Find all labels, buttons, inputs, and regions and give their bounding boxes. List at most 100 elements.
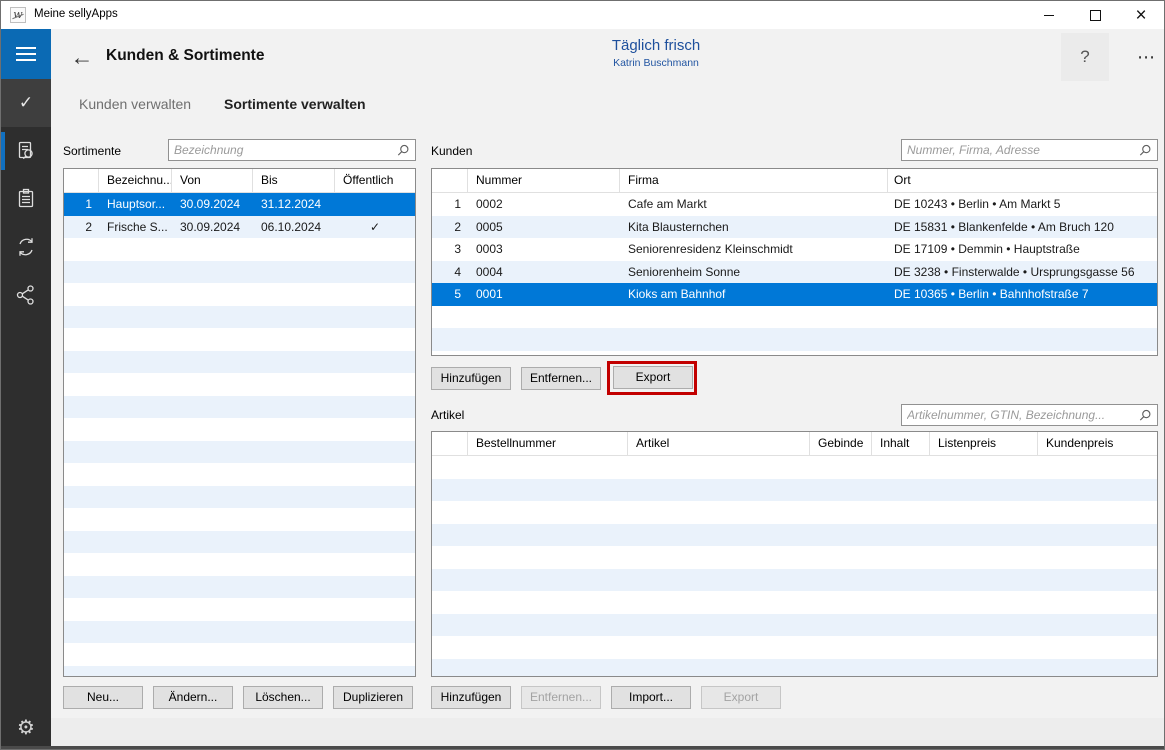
settings-button[interactable]: ⚙ (1, 705, 51, 749)
duplizieren-button[interactable]: Duplizieren (333, 686, 413, 709)
cell-von (172, 441, 253, 464)
cell-von (172, 576, 253, 599)
cell-gebinde (810, 479, 872, 502)
cell-nr (64, 396, 99, 419)
kunden-entfernen-button[interactable]: Entfernen... (521, 367, 601, 390)
aendern-button[interactable]: Ändern... (153, 686, 233, 709)
column-header-listenpreis[interactable]: Listenpreis (930, 432, 1038, 455)
sortimente-search-input[interactable] (174, 141, 390, 159)
column-header[interactable] (64, 169, 99, 192)
table-row[interactable]: 50001Kioks am BahnhofDE 10365 • Berlin •… (432, 283, 1157, 306)
cell-bis (253, 306, 335, 329)
cell-nr (432, 328, 468, 351)
kunden-search-input[interactable] (907, 141, 1132, 159)
table-row[interactable]: 20005Kita BlausternchenDE 15831 • Blanke… (432, 216, 1157, 239)
cell-bis (253, 598, 335, 621)
kunden-export-button[interactable]: Export (613, 366, 693, 389)
cell-ort: DE 3238 • Finsterwalde • Ursprungsgasse … (888, 261, 1157, 284)
cell-listenpreis (930, 524, 1038, 547)
cell-bezeichnung (99, 396, 172, 419)
back-button[interactable]: ← (64, 39, 100, 75)
tab-kunden-verwalten[interactable]: Kunden verwalten (79, 96, 191, 112)
cell-ort (888, 351, 1157, 357)
sidebar-item-share[interactable] (1, 271, 51, 319)
help-button[interactable]: ? (1061, 33, 1109, 81)
cell-nr (64, 486, 99, 509)
cell-bezeichnung (99, 373, 172, 396)
loeschen-button[interactable]: Löschen... (243, 686, 323, 709)
cell-bis (253, 576, 335, 599)
context-block: Täglich frisch Katrin Buschmann (546, 37, 766, 69)
cell-von (172, 598, 253, 621)
cell-nr (64, 328, 99, 351)
sidebar-item-sync[interactable] (1, 223, 51, 271)
column-header-von[interactable]: Von (172, 169, 253, 192)
cell-nr (64, 283, 99, 306)
page-title: Kunden & Sortimente (106, 47, 264, 65)
kunden-hinzufuegen-button[interactable]: Hinzufügen (431, 367, 511, 390)
column-header-artikel[interactable]: Artikel (628, 432, 810, 455)
cell-bezeichnung (99, 486, 172, 509)
cell-firma: Cafe am Markt (620, 193, 888, 216)
close-button[interactable]: × (1118, 1, 1164, 29)
table-row[interactable]: 40004Seniorenheim SonneDE 3238 • Finster… (432, 261, 1157, 284)
tab-sortimente-verwalten[interactable]: Sortimente verwalten (224, 96, 366, 112)
cell-oeffentlich (335, 486, 415, 509)
artikel-search (901, 404, 1158, 426)
cell-bis (253, 621, 335, 644)
maximize-button[interactable] (1072, 1, 1118, 29)
column-header-nummer[interactable]: Nummer (468, 169, 620, 192)
minimize-button[interactable] (1026, 1, 1072, 29)
cell-artikel (628, 659, 810, 678)
cell-bis (253, 508, 335, 531)
column-header-bezeichnung[interactable]: Bezeichnu... (99, 169, 172, 192)
column-header[interactable] (432, 169, 468, 192)
column-header-kundenpreis[interactable]: Kundenpreis (1038, 432, 1157, 455)
cell-bezeichnung (99, 283, 172, 306)
column-header-oeffentlich[interactable]: Öffentlich (335, 169, 415, 192)
column-header-ort[interactable]: Ort (888, 169, 1157, 192)
table-row-empty (64, 576, 415, 599)
cell-bestellnummer (468, 546, 628, 569)
artikel-entfernen-button: Entfernen... (521, 686, 601, 709)
sortimente-table: Bezeichnu... Von Bis Öffentlich 1Hauptso… (63, 168, 416, 677)
table-row[interactable]: 2Frische S...30.09.202406.10.2024✓ (64, 216, 415, 239)
title-bar: w Meine sellyApps × (1, 1, 1164, 29)
sidebar-item-kunden-sortimente[interactable] (1, 127, 51, 175)
menu-button[interactable] (1, 29, 51, 79)
table-row[interactable]: 30003Seniorenresidenz KleinschmidtDE 171… (432, 238, 1157, 261)
neu-button[interactable]: Neu... (63, 686, 143, 709)
cell-inhalt (872, 524, 930, 547)
artikel-search-input[interactable] (907, 406, 1132, 424)
cell-firma (620, 306, 888, 329)
cell-bestellnummer (468, 659, 628, 678)
artikel-table: Bestellnummer Artikel Gebinde Inhalt Lis… (431, 431, 1158, 677)
more-button[interactable]: ⋯ (1123, 33, 1165, 81)
column-header-firma[interactable]: Firma (620, 169, 888, 192)
cell-kundenpreis (1038, 456, 1157, 479)
cell-bis (253, 463, 335, 486)
clipboard-icon (14, 187, 38, 211)
sync-icon (14, 235, 38, 259)
cell-nr (64, 643, 99, 666)
bottom-edge (1, 746, 1164, 749)
cell-oeffentlich (335, 463, 415, 486)
column-header-inhalt[interactable]: Inhalt (872, 432, 930, 455)
table-row-empty (432, 306, 1157, 329)
table-row[interactable]: 1Hauptsor...30.09.202431.12.2024 (64, 193, 415, 216)
artikel-import-button[interactable]: Import... (611, 686, 691, 709)
column-header-bestellnummer[interactable]: Bestellnummer (468, 432, 628, 455)
cell-nr: 1 (64, 193, 99, 216)
cell-ort (888, 306, 1157, 329)
column-header-bis[interactable]: Bis (253, 169, 335, 192)
cell-nr (64, 238, 99, 261)
sidebar-item-lists[interactable] (1, 175, 51, 223)
cell-bis (253, 553, 335, 576)
column-header-gebinde[interactable]: Gebinde (810, 432, 872, 455)
artikel-table-header: Bestellnummer Artikel Gebinde Inhalt Lis… (432, 432, 1157, 456)
sidebar-item-tasks[interactable]: ✓ (1, 79, 51, 127)
table-row[interactable]: 10002Cafe am MarktDE 10243 • Berlin • Am… (432, 193, 1157, 216)
search-icon (1138, 409, 1152, 423)
artikel-hinzufuegen-button[interactable]: Hinzufügen (431, 686, 511, 709)
column-header[interactable] (432, 432, 468, 455)
